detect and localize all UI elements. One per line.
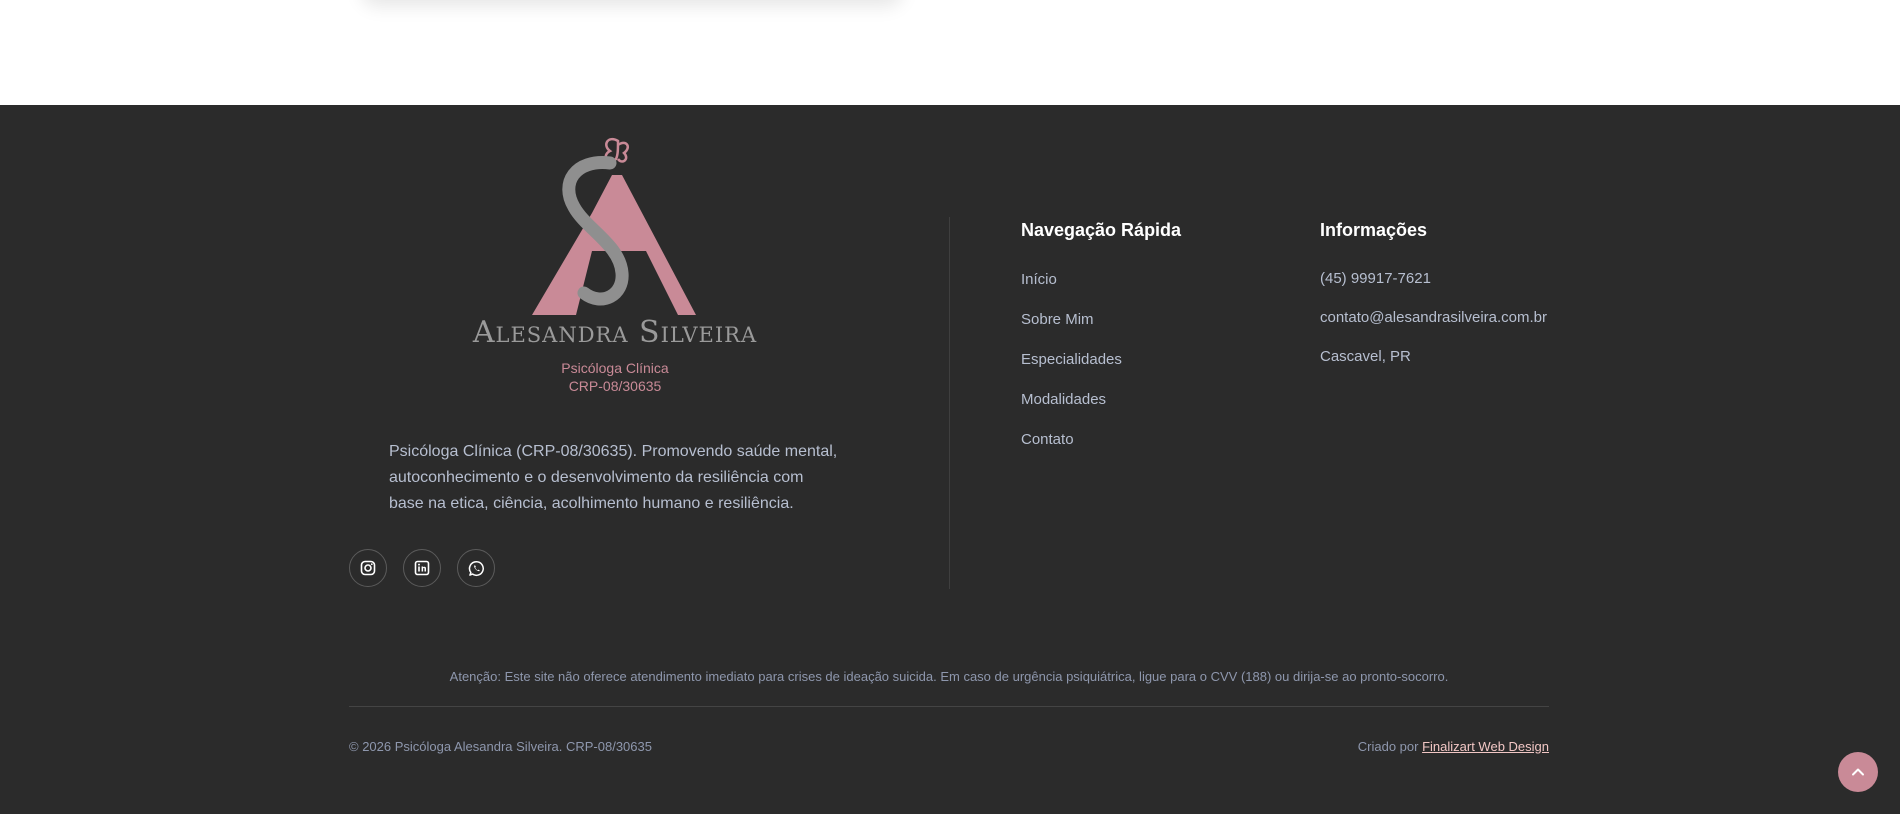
instagram-icon — [360, 560, 376, 576]
social-links — [349, 549, 495, 587]
instagram-button[interactable] — [349, 549, 387, 587]
copyright-text: © 2026 Psicóloga Alesandra Silveira. CRP… — [349, 739, 652, 754]
back-to-top-button[interactable] — [1838, 752, 1878, 792]
linkedin-button[interactable] — [403, 549, 441, 587]
site-footer: Alesandra Silveira Psicóloga Clínica CRP… — [0, 105, 1900, 814]
credits-link[interactable]: Finalizart Web Design — [1422, 739, 1549, 754]
linkedin-icon — [414, 560, 430, 576]
nav-link-modalidades[interactable]: Modalidades — [1021, 391, 1122, 431]
whatsapp-button[interactable] — [457, 549, 495, 587]
quick-nav-list: Início Sobre Mim Especialidades Modalida… — [1021, 271, 1122, 471]
nav-link-contato[interactable]: Contato — [1021, 431, 1122, 471]
footer-column-divider — [949, 217, 950, 589]
brand-subtitle-role: Psicóloga Clínica — [561, 360, 669, 376]
footer-description: Psicóloga Clínica (CRP-08/30635). Promov… — [389, 443, 838, 512]
whatsapp-icon — [468, 560, 484, 576]
location: Cascavel, PR — [1320, 348, 1411, 365]
monogram-sa-icon — [532, 137, 696, 315]
nav-column-title: Navegação Rápida — [1021, 220, 1182, 240]
brand-subtitle: Psicóloga Clínica CRP-08/30635 — [450, 359, 780, 395]
phone-number[interactable]: (45) 99917-7621 — [1320, 270, 1547, 309]
chevron-up-icon — [1852, 768, 1864, 776]
nav-link-sobre-mim[interactable]: Sobre Mim — [1021, 311, 1122, 351]
info-column-title: Informações — [1320, 220, 1428, 240]
credits-prefix: Criado por — [1357, 739, 1419, 754]
footer-bottom-divider — [349, 706, 1549, 707]
crisis-warning: Atenção: Este site não oferece atendimen… — [449, 669, 1449, 684]
page-top-area — [0, 0, 1900, 105]
email-address[interactable]: contato@alesandrasilveira.com.br — [1320, 309, 1547, 348]
contact-info-list: (45) 99917-7621 contato@alesandrasilveir… — [1320, 270, 1547, 387]
nav-link-especialidades[interactable]: Especialidades — [1021, 351, 1122, 391]
brand-subtitle-registration: CRP-08/30635 — [568, 378, 662, 394]
credits: Criado por Finalizart Web Design — [1358, 739, 1549, 754]
brand-logo[interactable]: Alesandra Silveira Psicóloga Clínica CRP… — [450, 135, 780, 405]
nav-link-inicio[interactable]: Início — [1021, 271, 1122, 311]
brand-name: Alesandra Silveira — [472, 315, 758, 350]
